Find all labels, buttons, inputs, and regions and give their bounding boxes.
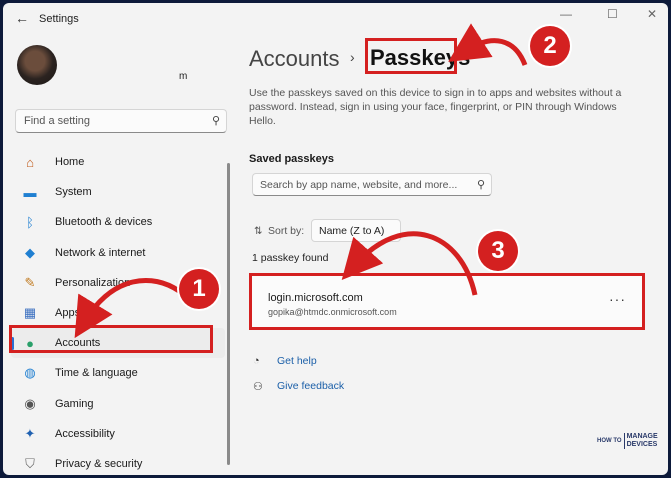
passkeys-highlight-box <box>365 38 457 74</box>
window-title: Settings <box>39 13 79 25</box>
close-icon[interactable]: ✕ <box>647 7 657 21</box>
sidebar-item-network-internet[interactable]: ◆ Network & internet <box>11 238 225 268</box>
saved-passkeys-heading: Saved passkeys <box>249 153 335 165</box>
help-icon: ◔ <box>253 355 260 367</box>
sidebar-item-accessibility[interactable]: ✦ Accessibility <box>11 419 225 449</box>
sidebar-scrollbar[interactable] <box>227 163 230 465</box>
watermark-line1: HOW TO <box>597 437 622 444</box>
watermark-devices: DEVICES <box>626 441 658 448</box>
avatar[interactable] <box>17 45 57 85</box>
bluetooth-icon: ᛒ <box>26 214 34 230</box>
sidebar-item-label: Bluetooth & devices <box>55 216 153 229</box>
watermark-manage: MANAGE <box>626 433 658 440</box>
watermark-logo: HOW TO MANAGE DEVICES <box>597 433 658 449</box>
find-setting-search[interactable]: Find a setting ⚲ <box>15 109 227 133</box>
sidebar-item-system[interactable]: ▬ System <box>11 177 225 207</box>
passkey-highlight-box <box>249 273 645 330</box>
main-content: Accounts › Passkeys Use the passkeys sav… <box>249 33 649 475</box>
home-icon: ⌂ <box>26 154 34 170</box>
step-badge-3: 3 <box>478 231 518 271</box>
sidebar-item-gaming[interactable]: ◉ Gaming <box>11 389 225 419</box>
wifi-icon: ◆ <box>25 244 35 260</box>
settings-window: ← Settings — ☐ ✕ m Find a setting ⚲ ⌂ Hom… <box>3 3 668 475</box>
page-description: Use the passkeys saved on this device to… <box>249 87 622 127</box>
sidebar-item-time-language[interactable]: ◍ Time & language <box>11 358 225 388</box>
sidebar-item-label: Time & language <box>55 367 138 380</box>
sidebar-nav: ⌂ Home ▬ System ᛒ Bluetooth & devices ◆ Network… <box>11 147 225 475</box>
sidebar-item-label: Personalization <box>55 276 131 289</box>
feedback-icon: ⚇ <box>253 381 263 393</box>
get-help-link[interactable]: Get help <box>277 355 317 367</box>
sidebar-item-label: System <box>55 186 92 199</box>
sidebar-item-label: Home <box>55 156 85 169</box>
step-badge-1: 1 <box>179 269 219 309</box>
sort-value: Name (Z to A) <box>319 225 385 237</box>
breadcrumb-separator: › <box>350 49 355 65</box>
sidebar-item-label: Network & internet <box>55 246 146 259</box>
apps-icon: ▦ <box>23 305 37 321</box>
gamepad-icon: ◉ <box>24 395 36 411</box>
give-feedback-link[interactable]: Give feedback <box>277 380 344 392</box>
accounts-highlight-box <box>9 325 213 353</box>
accessibility-icon: ✦ <box>24 425 36 441</box>
brush-icon: ✎ <box>24 274 36 290</box>
profile-name: m <box>179 71 188 82</box>
title-bar: ← Settings — ☐ ✕ <box>3 3 668 33</box>
breadcrumb-accounts[interactable]: Accounts <box>249 46 340 72</box>
sidebar-item-privacy-security[interactable]: ⛉ Privacy & security <box>11 449 225 475</box>
minimize-icon[interactable]: — <box>560 7 572 21</box>
search-placeholder: Find a setting <box>24 115 91 127</box>
sort-icon: ⇅ <box>254 226 263 237</box>
system-icon: ▬ <box>23 184 37 200</box>
passkey-search-input[interactable]: Search by app name, website, and more...… <box>252 173 492 196</box>
passkey-count: 1 passkey found <box>252 252 329 264</box>
sidebar-item-bluetooth-devices[interactable]: ᛒ Bluetooth & devices <box>11 207 225 237</box>
sidebar: m Find a setting ⚲ ⌂ Home ▬ System ᛒ Bluetoot… <box>3 33 231 475</box>
search-icon: ⚲ <box>211 115 220 127</box>
back-arrow-icon[interactable]: ← <box>15 10 29 26</box>
maximize-icon[interactable]: ☐ <box>607 7 618 21</box>
passkey-search-placeholder: Search by app name, website, and more... <box>260 179 458 191</box>
shield-icon: ⛉ <box>25 455 35 471</box>
sidebar-item-home[interactable]: ⌂ Home <box>11 147 225 177</box>
search-icon: ⚲ <box>476 179 485 191</box>
sidebar-item-label: Privacy & security <box>55 457 143 470</box>
sort-dropdown[interactable]: Name (Z to A) <box>311 219 401 242</box>
step-badge-2: 2 <box>530 26 570 66</box>
sidebar-item-label: Accessibility <box>55 427 115 440</box>
sidebar-item-label: Gaming <box>55 397 94 410</box>
sort-label: Sort by: <box>268 225 305 237</box>
globe-icon: ◍ <box>24 365 36 381</box>
sidebar-item-label: Apps <box>55 307 81 320</box>
